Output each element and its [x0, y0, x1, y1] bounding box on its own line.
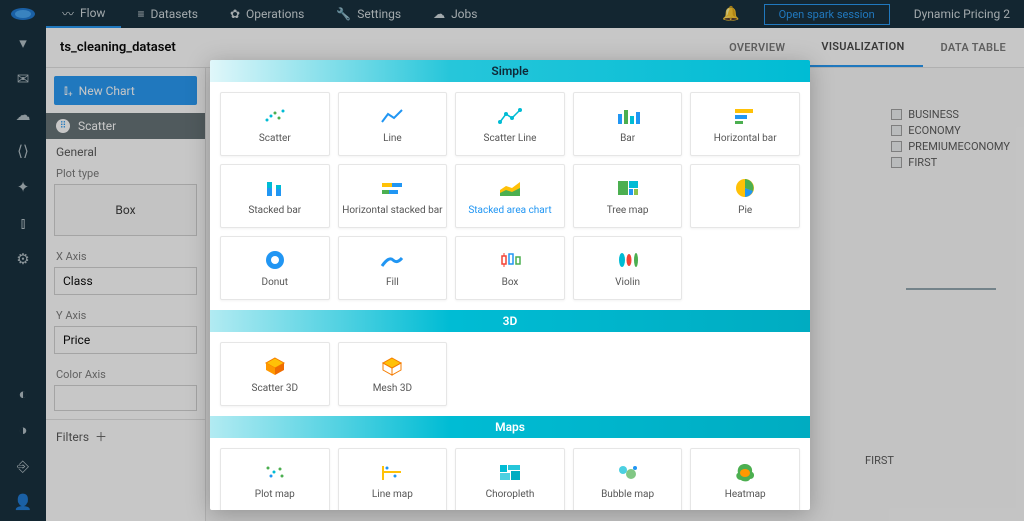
donut-icon: [264, 249, 286, 271]
chart-type-modal: Simple Scatter Line Scatter Line Bar Horizon…: [210, 60, 810, 510]
choropleth-icon: [497, 461, 523, 483]
fill-icon: [379, 249, 405, 271]
card-label: Fill: [386, 277, 399, 288]
hstacked-bar-icon: [379, 177, 405, 199]
chart-card-box[interactable]: Box: [455, 236, 565, 300]
card-label: Choropleth: [486, 489, 535, 500]
box-icon: [497, 249, 523, 271]
treemap-icon: [615, 177, 641, 199]
card-label: Scatter: [259, 133, 291, 144]
chart-card-violin[interactable]: Violin: [573, 236, 683, 300]
card-label: Plot map: [255, 489, 295, 500]
card-label: Box: [502, 277, 519, 288]
chart-card-bubblemap[interactable]: Bubble map: [573, 448, 683, 510]
grid-maps: Plot map Line map Choropleth Bubble map Heat…: [210, 438, 810, 510]
scatter3d-icon: [263, 355, 287, 377]
section-3d: 3D: [210, 310, 810, 332]
card-label: Horizontal bar: [714, 133, 777, 144]
grid-3d: Scatter 3D Mesh 3D: [210, 332, 810, 416]
linemap-icon: [379, 461, 405, 483]
card-label: Bar: [620, 133, 635, 144]
card-label: Tree map: [607, 205, 649, 216]
scatter-icon: [262, 105, 288, 127]
section-simple: Simple: [210, 60, 810, 82]
chart-card-hbar[interactable]: Horizontal bar: [690, 92, 800, 156]
chart-card-scatter-line[interactable]: Scatter Line: [455, 92, 565, 156]
card-label: Pie: [738, 205, 752, 216]
card-label: Horizontal stacked bar: [342, 205, 442, 216]
card-label: Stacked area chart: [468, 205, 551, 216]
card-label: Stacked bar: [248, 205, 301, 216]
mesh3d-icon: [380, 355, 404, 377]
chart-card-pie[interactable]: Pie: [690, 164, 800, 228]
card-label: Mesh 3D: [373, 383, 412, 394]
chart-card-plotmap[interactable]: Plot map: [220, 448, 330, 510]
stacked-area-icon: [497, 177, 523, 199]
section-maps: Maps: [210, 416, 810, 438]
card-label: Heatmap: [725, 489, 766, 500]
chart-card-stacked-area[interactable]: Stacked area chart: [455, 164, 565, 228]
chart-card-fill[interactable]: Fill: [338, 236, 448, 300]
chart-card-bar[interactable]: Bar: [573, 92, 683, 156]
chart-card-mesh3d[interactable]: Mesh 3D: [338, 342, 448, 406]
violin-icon: [615, 249, 641, 271]
card-label: Line: [383, 133, 402, 144]
chart-card-scatter3d[interactable]: Scatter 3D: [220, 342, 330, 406]
card-label: Bubble map: [601, 489, 654, 500]
pie-icon: [734, 177, 756, 199]
card-label: Scatter 3D: [252, 383, 299, 394]
chart-card-linemap[interactable]: Line map: [338, 448, 448, 510]
hbar-icon: [732, 105, 758, 127]
card-label: Scatter Line: [484, 133, 537, 144]
heatmap-icon: [733, 461, 757, 483]
chart-card-hstacked-bar[interactable]: Horizontal stacked bar: [338, 164, 448, 228]
card-label: Line map: [372, 489, 413, 500]
scatter-line-icon: [497, 105, 523, 127]
chart-card-treemap[interactable]: Tree map: [573, 164, 683, 228]
chart-card-donut[interactable]: Donut: [220, 236, 330, 300]
chart-card-choropleth[interactable]: Choropleth: [455, 448, 565, 510]
grid-simple: Scatter Line Scatter Line Bar Horizontal bar…: [210, 82, 810, 310]
chart-card-stacked-bar[interactable]: Stacked bar: [220, 164, 330, 228]
line-icon: [379, 105, 405, 127]
bar-icon: [615, 105, 641, 127]
chart-card-line[interactable]: Line: [338, 92, 448, 156]
stacked-bar-icon: [262, 177, 288, 199]
chart-card-scatter[interactable]: Scatter: [220, 92, 330, 156]
plotmap-icon: [262, 461, 288, 483]
chart-card-heatmap[interactable]: Heatmap: [690, 448, 800, 510]
bubblemap-icon: [615, 461, 641, 483]
card-label: Donut: [262, 277, 289, 288]
card-label: Violin: [615, 277, 640, 288]
